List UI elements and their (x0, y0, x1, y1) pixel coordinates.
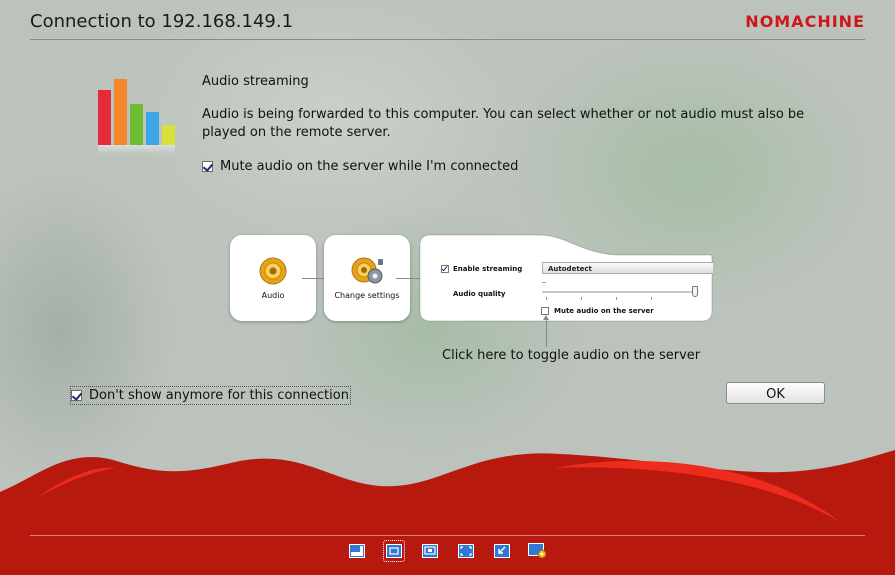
slider-tick (546, 297, 547, 300)
bottom-divider (30, 535, 865, 536)
slider-tick (616, 297, 617, 300)
diagram-settings-label: Change settings (334, 291, 400, 300)
window-mode-icon (349, 544, 365, 558)
mute-on-server-label: Mute audio on the server (554, 307, 654, 315)
section-description: Audio is being forwarded to this compute… (202, 107, 805, 140)
header-divider (30, 39, 865, 40)
scale-display-icon (494, 544, 510, 558)
window-title: Connection to 192.168.149.1 (30, 11, 294, 32)
nomachine-logo: NOMACHINE (745, 12, 865, 31)
bottom-toolbar (0, 540, 895, 563)
resize-remote-display-icon (422, 544, 438, 558)
mute-on-server-checkbox (541, 307, 549, 315)
fit-display-icon (386, 544, 402, 558)
enable-streaming-checkbox (441, 265, 449, 273)
slider-tick (581, 297, 582, 300)
hint-text: Click here to toggle audio on the server (442, 348, 701, 363)
dont-show-checkbox-row[interactable]: Don't show anymore for this connection (70, 386, 351, 405)
section-heading: Audio streaming (202, 74, 309, 89)
audio-quality-slider-track (542, 291, 698, 293)
mute-audio-label[interactable]: Mute audio on the server while I'm conne… (220, 159, 518, 174)
window-mode-button[interactable] (347, 541, 367, 561)
resize-remote-display-button[interactable] (420, 541, 440, 561)
dont-show-checkbox[interactable] (71, 390, 82, 401)
fit-display-button[interactable] (383, 540, 405, 562)
slider-tick (651, 297, 652, 300)
mute-audio-checkbox[interactable] (202, 161, 213, 172)
ok-button[interactable]: OK (726, 382, 825, 404)
slider-min-mark (542, 282, 546, 283)
fullscreen-button[interactable] (456, 541, 476, 561)
audio-quality-label: Audio quality (453, 290, 506, 298)
speaker-settings-icon (351, 257, 383, 284)
display-settings-button[interactable] (528, 541, 548, 561)
diagram-settings-panel: Enable streaming Autodetect Audio qualit… (418, 233, 713, 323)
enable-streaming-label: Enable streaming (453, 265, 523, 273)
fullscreen-icon (458, 544, 474, 558)
speaker-icon (259, 257, 287, 285)
display-settings-icon (528, 543, 547, 559)
scale-display-button[interactable] (492, 541, 512, 561)
audio-bars-icon (98, 79, 175, 154)
hint-pointer (543, 315, 549, 347)
dont-show-label[interactable]: Don't show anymore for this connection (89, 388, 349, 403)
mute-audio-checkbox-row[interactable]: Mute audio on the server while I'm conne… (202, 159, 518, 174)
audio-quality-slider-thumb (692, 286, 698, 297)
window-header: Connection to 192.168.149.1 NOMACHINE (0, 0, 895, 40)
diagram-audio-label: Audio (261, 291, 285, 300)
audio-quality-select: Autodetect (542, 262, 713, 274)
